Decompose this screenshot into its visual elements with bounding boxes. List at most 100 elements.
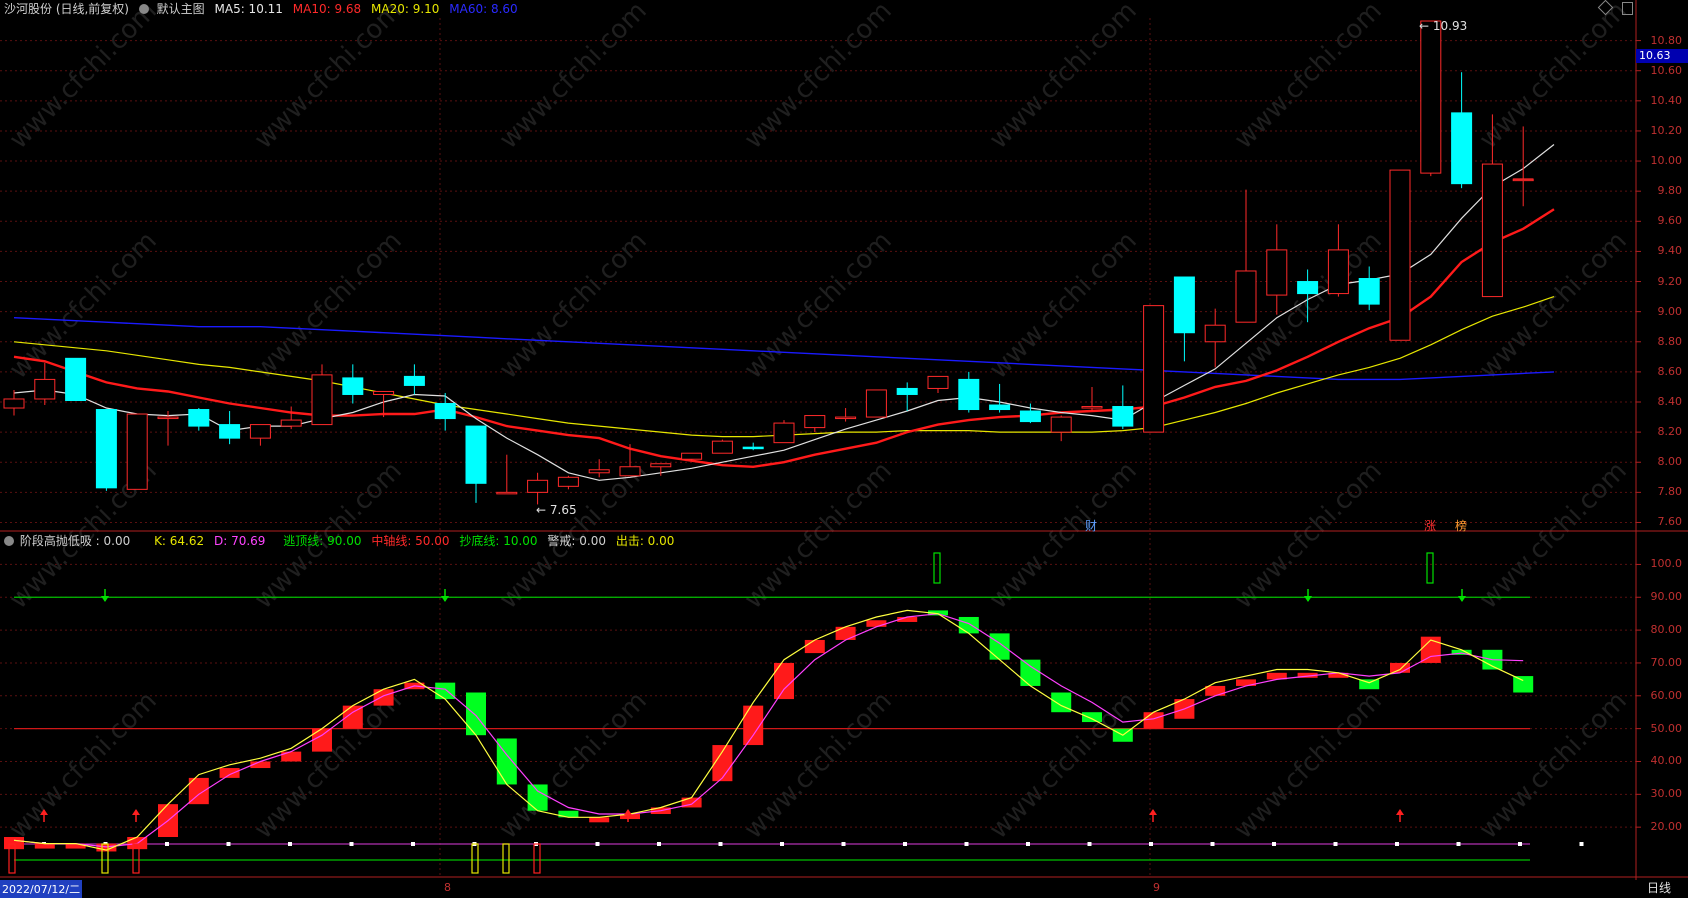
period-button[interactable]: 日线 — [1647, 879, 1671, 896]
candle — [65, 357, 87, 401]
watermark-text: www.cfchi.com — [249, 686, 408, 845]
indicator-bar — [527, 784, 548, 811]
indicator-tick-label: 30.00 — [1650, 787, 1683, 801]
candle-body — [927, 375, 949, 389]
candle-body — [188, 409, 210, 427]
candle — [1204, 308, 1226, 368]
k-label: K: 64.62 — [154, 534, 205, 548]
indicator-name[interactable]: 阶段高抛低吸 : 0.00 — [20, 534, 130, 548]
watermark-text: www.cfchi.com — [739, 226, 898, 385]
candle-body — [1173, 276, 1195, 334]
alert-dot — [411, 842, 415, 846]
indicator-tick-label: 40.00 — [1650, 754, 1683, 768]
month-8-label: 8 — [444, 881, 451, 894]
price-tick-label: 10.20 — [1650, 123, 1683, 137]
candle — [403, 364, 425, 395]
indicator-tick-label: 90.00 — [1650, 590, 1683, 604]
candle-body — [1143, 305, 1165, 433]
alert-dot — [1026, 842, 1030, 846]
candle-body — [496, 491, 518, 495]
price-tick-label: 9.00 — [1657, 304, 1683, 318]
candle-body — [280, 419, 302, 427]
indicator-bar — [4, 837, 24, 850]
candle — [773, 420, 795, 444]
candle — [1050, 415, 1072, 442]
alert-dot — [1333, 842, 1338, 846]
ma5-label: MA5: 10.11 — [214, 2, 283, 16]
candle — [3, 389, 25, 416]
candle — [1081, 386, 1103, 412]
exit-signal — [533, 843, 541, 874]
candle — [95, 409, 117, 491]
candle — [1143, 305, 1165, 433]
alert-dot — [595, 842, 600, 846]
indicator-bar — [866, 620, 887, 627]
alert-dot — [1395, 842, 1399, 846]
low-marker: ← 7.65 — [536, 503, 577, 517]
indicator-settings-icon[interactable] — [4, 536, 14, 546]
current-price-tag: 10.63 — [1636, 49, 1688, 63]
price-tick-label: 9.60 — [1657, 214, 1683, 228]
ma60-label: MA60: 8.60 — [449, 2, 518, 16]
candle — [527, 472, 549, 505]
indicator-bar — [1020, 659, 1041, 686]
price-tick-label: 10.00 — [1650, 154, 1683, 168]
chart-header: 沙河股份 (日线,前复权) 默认主图 MA5: 10.11 MA10: 9.68… — [4, 0, 524, 17]
indicator-bar — [989, 633, 1010, 660]
watermark-text: www.cfchi.com — [4, 0, 163, 155]
price-tick-label: 8.80 — [1657, 334, 1683, 348]
candle-body — [619, 466, 641, 477]
exit-signal — [502, 843, 510, 874]
candle — [835, 408, 857, 422]
bang-tag[interactable]: 榜 — [1455, 517, 1467, 534]
escape-signal — [933, 552, 941, 584]
stock-title[interactable]: 沙河股份 (日线,前复权) — [4, 2, 129, 16]
window-icon[interactable] — [1622, 2, 1633, 15]
candle-body — [1112, 406, 1134, 427]
chart-canvas: www.cfchi.com www.cfchi.com www.cfchi.com w… — [0, 0, 1688, 880]
candle-body — [1420, 20, 1442, 174]
ma20-label: MA20: 9.10 — [371, 2, 440, 16]
low-value: 7.65 — [549, 503, 577, 517]
escape-signal — [1426, 552, 1434, 584]
candle-body — [65, 357, 87, 401]
candle — [496, 454, 518, 495]
candle — [1389, 169, 1411, 341]
main-label[interactable]: 默认主图 — [157, 2, 205, 16]
candle-body — [865, 389, 887, 418]
candle-body — [773, 422, 795, 444]
indicator-bar — [219, 768, 240, 778]
date-label: 2022/07/12/二 — [0, 880, 83, 898]
candle — [1358, 266, 1380, 311]
candle — [958, 371, 980, 413]
candle-body — [1327, 249, 1349, 295]
mid-line-label: 中轴线: 50.00 — [371, 534, 450, 548]
high-marker: ← 10.93 — [1419, 19, 1468, 33]
indicator-tick-label: 100.0 — [1650, 557, 1683, 571]
price-tick-label: 10.40 — [1650, 93, 1683, 107]
indicator-tick-label: 70.00 — [1650, 655, 1683, 669]
price-tick-label: 10.80 — [1650, 33, 1683, 47]
cai-tag[interactable]: 财 — [1085, 517, 1097, 534]
sell-arrow — [101, 589, 109, 602]
sell-arrow — [441, 589, 449, 602]
candle-body — [311, 374, 333, 426]
indicator-tick-label: 60.00 — [1650, 688, 1683, 702]
settings-icon[interactable] — [138, 4, 149, 14]
indicator-bar — [1143, 712, 1164, 729]
zhang-tag[interactable]: 涨 — [1424, 517, 1436, 534]
indicator-bar — [373, 689, 394, 706]
candle — [465, 425, 487, 503]
indicator-bar — [1082, 712, 1102, 723]
candle-body — [804, 415, 826, 429]
candle — [1512, 126, 1534, 207]
candle — [126, 413, 148, 490]
candle — [681, 452, 703, 461]
bottom-line-label: 抄底线: 10.00 — [459, 534, 538, 548]
watermark-text: www.cfchi.com — [984, 456, 1143, 615]
alert-dot — [1087, 842, 1092, 846]
alert-dot — [288, 842, 292, 846]
candle-body — [896, 387, 918, 395]
exit-signal — [471, 843, 479, 874]
candle-body — [588, 469, 610, 474]
